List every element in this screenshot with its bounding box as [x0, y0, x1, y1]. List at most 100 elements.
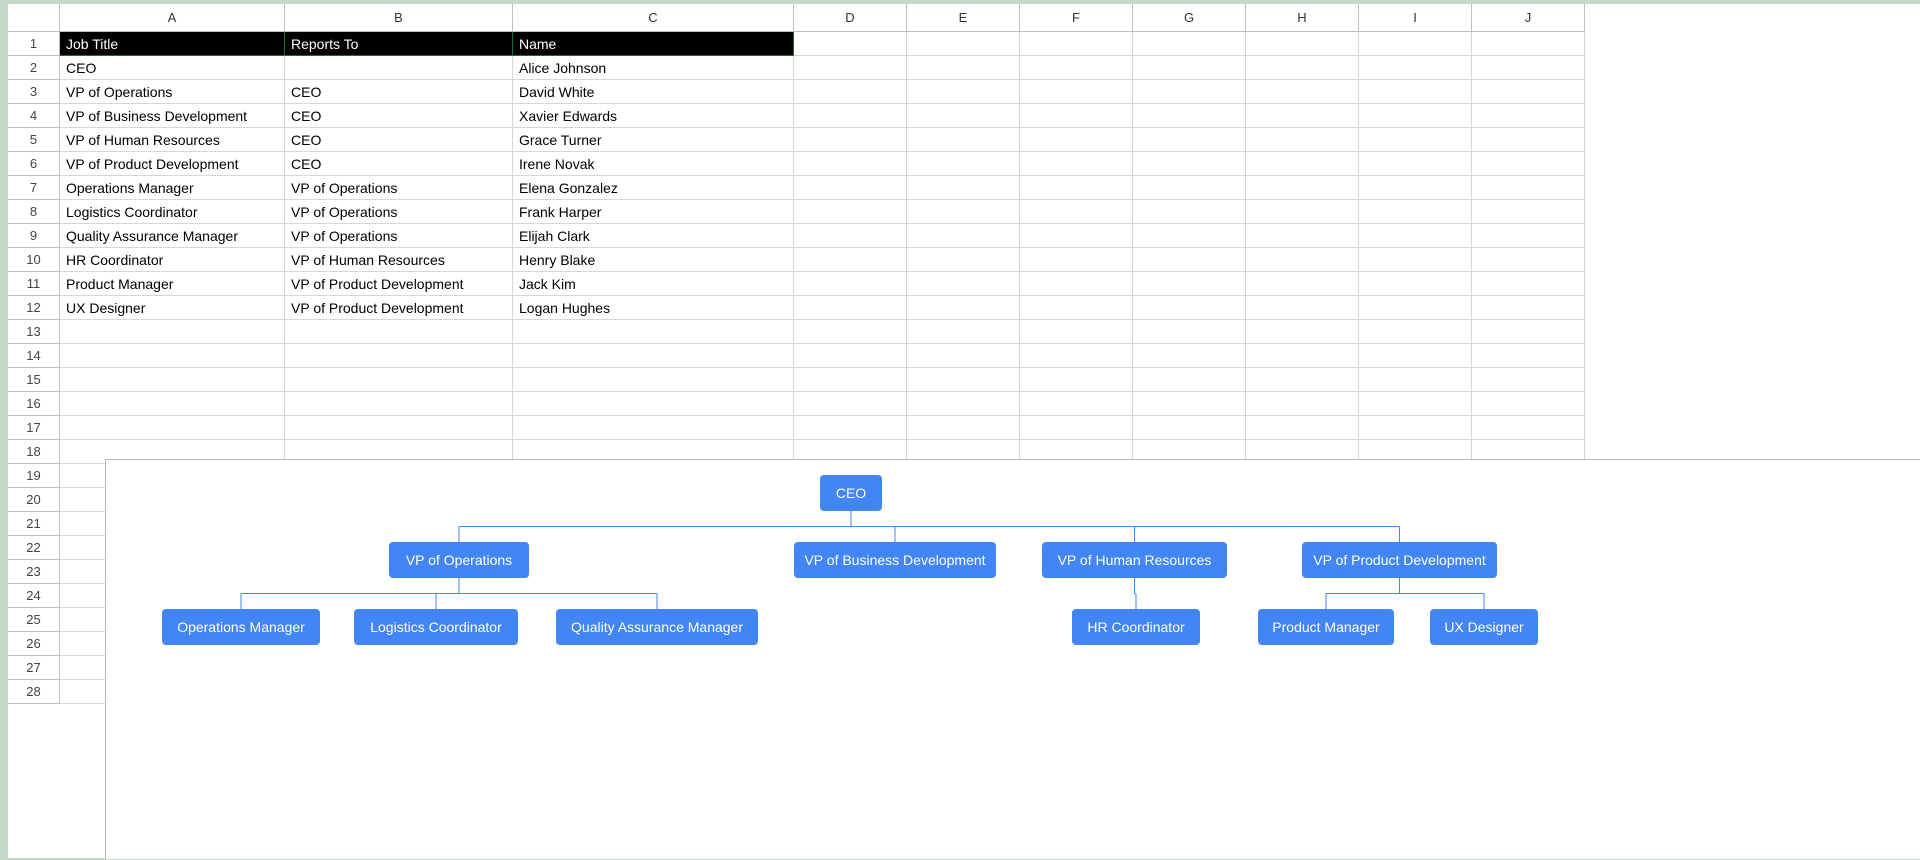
cell[interactable]	[1359, 248, 1472, 272]
org-node[interactable]: CEO	[820, 475, 882, 511]
cell[interactable]	[1133, 200, 1246, 224]
cell[interactable]	[1359, 152, 1472, 176]
cell[interactable]	[1133, 272, 1246, 296]
cell[interactable]	[1472, 296, 1585, 320]
cell[interactable]	[1359, 224, 1472, 248]
cell[interactable]	[60, 368, 285, 392]
cell[interactable]	[1020, 152, 1133, 176]
cell[interactable]	[1359, 200, 1472, 224]
cell[interactable]	[1246, 272, 1359, 296]
row-header[interactable]: 26	[8, 632, 60, 656]
cell[interactable]	[1472, 320, 1585, 344]
cell[interactable]	[907, 200, 1020, 224]
cell[interactable]	[1472, 224, 1585, 248]
cell[interactable]	[1020, 320, 1133, 344]
cell[interactable]	[1133, 80, 1246, 104]
cell[interactable]	[60, 320, 285, 344]
cell[interactable]	[1359, 296, 1472, 320]
cell[interactable]	[1133, 176, 1246, 200]
cell[interactable]	[1020, 368, 1133, 392]
cell[interactable]	[1020, 104, 1133, 128]
row-header[interactable]: 7	[8, 176, 60, 200]
cell[interactable]	[907, 152, 1020, 176]
cell[interactable]	[1246, 152, 1359, 176]
cell[interactable]	[1246, 56, 1359, 80]
cell[interactable]	[60, 344, 285, 368]
cell[interactable]	[1472, 176, 1585, 200]
cell[interactable]	[907, 320, 1020, 344]
cell[interactable]: Irene Novak	[513, 152, 794, 176]
row-header[interactable]: 24	[8, 584, 60, 608]
cell[interactable]	[1133, 224, 1246, 248]
cell[interactable]	[1246, 224, 1359, 248]
cell[interactable]	[794, 344, 907, 368]
column-header-a[interactable]: A	[60, 4, 285, 32]
cell[interactable]	[907, 296, 1020, 320]
org-chart[interactable]: CEOVP of OperationsVP of Business Develo…	[105, 459, 1920, 859]
cell[interactable]	[794, 296, 907, 320]
row-header[interactable]: 15	[8, 368, 60, 392]
cell[interactable]	[1133, 32, 1246, 56]
cell[interactable]	[1133, 128, 1246, 152]
cell[interactable]	[794, 368, 907, 392]
select-all-corner[interactable]	[8, 4, 60, 32]
org-node[interactable]: VP of Product Development	[1302, 542, 1497, 578]
cell[interactable]	[907, 32, 1020, 56]
cell[interactable]	[794, 176, 907, 200]
cell[interactable]	[1020, 200, 1133, 224]
cell[interactable]: CEO	[285, 128, 513, 152]
cell[interactable]	[1020, 392, 1133, 416]
row-header[interactable]: 19	[8, 464, 60, 488]
cell[interactable]: CEO	[285, 152, 513, 176]
org-node[interactable]: VP of Business Development	[794, 542, 996, 578]
cell[interactable]	[1133, 104, 1246, 128]
cell[interactable]	[1133, 56, 1246, 80]
cell[interactable]	[907, 416, 1020, 440]
cell[interactable]: Grace Turner	[513, 128, 794, 152]
cell[interactable]	[907, 80, 1020, 104]
cell[interactable]	[1246, 344, 1359, 368]
cell[interactable]	[1359, 272, 1472, 296]
cell[interactable]	[1359, 320, 1472, 344]
cell[interactable]	[907, 392, 1020, 416]
cell[interactable]	[1133, 344, 1246, 368]
org-node[interactable]: Operations Manager	[162, 609, 320, 645]
row-header[interactable]: 5	[8, 128, 60, 152]
cell[interactable]	[1133, 392, 1246, 416]
cell[interactable]	[1359, 368, 1472, 392]
cell[interactable]	[794, 104, 907, 128]
cell[interactable]: Operations Manager	[60, 176, 285, 200]
cell[interactable]	[1359, 56, 1472, 80]
cell[interactable]	[1020, 224, 1133, 248]
table-header-cell[interactable]: Name	[513, 32, 794, 56]
cell[interactable]: Jack Kim	[513, 272, 794, 296]
cell[interactable]	[1246, 32, 1359, 56]
cell[interactable]: VP of Operations	[285, 200, 513, 224]
cell[interactable]	[907, 224, 1020, 248]
cell[interactable]	[1020, 176, 1133, 200]
cell[interactable]: Product Manager	[60, 272, 285, 296]
cell[interactable]	[1246, 416, 1359, 440]
cell[interactable]	[1246, 392, 1359, 416]
cell[interactable]: Alice Johnson	[513, 56, 794, 80]
cell[interactable]	[60, 416, 285, 440]
column-header-b[interactable]: B	[285, 4, 513, 32]
column-header-f[interactable]: F	[1020, 4, 1133, 32]
cell[interactable]	[794, 152, 907, 176]
cell[interactable]	[1472, 80, 1585, 104]
cell[interactable]	[1020, 296, 1133, 320]
row-header[interactable]: 27	[8, 656, 60, 680]
cell[interactable]	[513, 416, 794, 440]
cell[interactable]	[285, 392, 513, 416]
cell[interactable]	[1359, 128, 1472, 152]
cell[interactable]	[285, 344, 513, 368]
cell[interactable]	[1246, 128, 1359, 152]
org-node[interactable]: Product Manager	[1258, 609, 1394, 645]
cell[interactable]	[513, 320, 794, 344]
cell[interactable]	[1472, 248, 1585, 272]
column-header-g[interactable]: G	[1133, 4, 1246, 32]
cell[interactable]	[907, 344, 1020, 368]
cell[interactable]: VP of Product Development	[285, 272, 513, 296]
cell[interactable]	[1246, 248, 1359, 272]
cell[interactable]	[1472, 344, 1585, 368]
